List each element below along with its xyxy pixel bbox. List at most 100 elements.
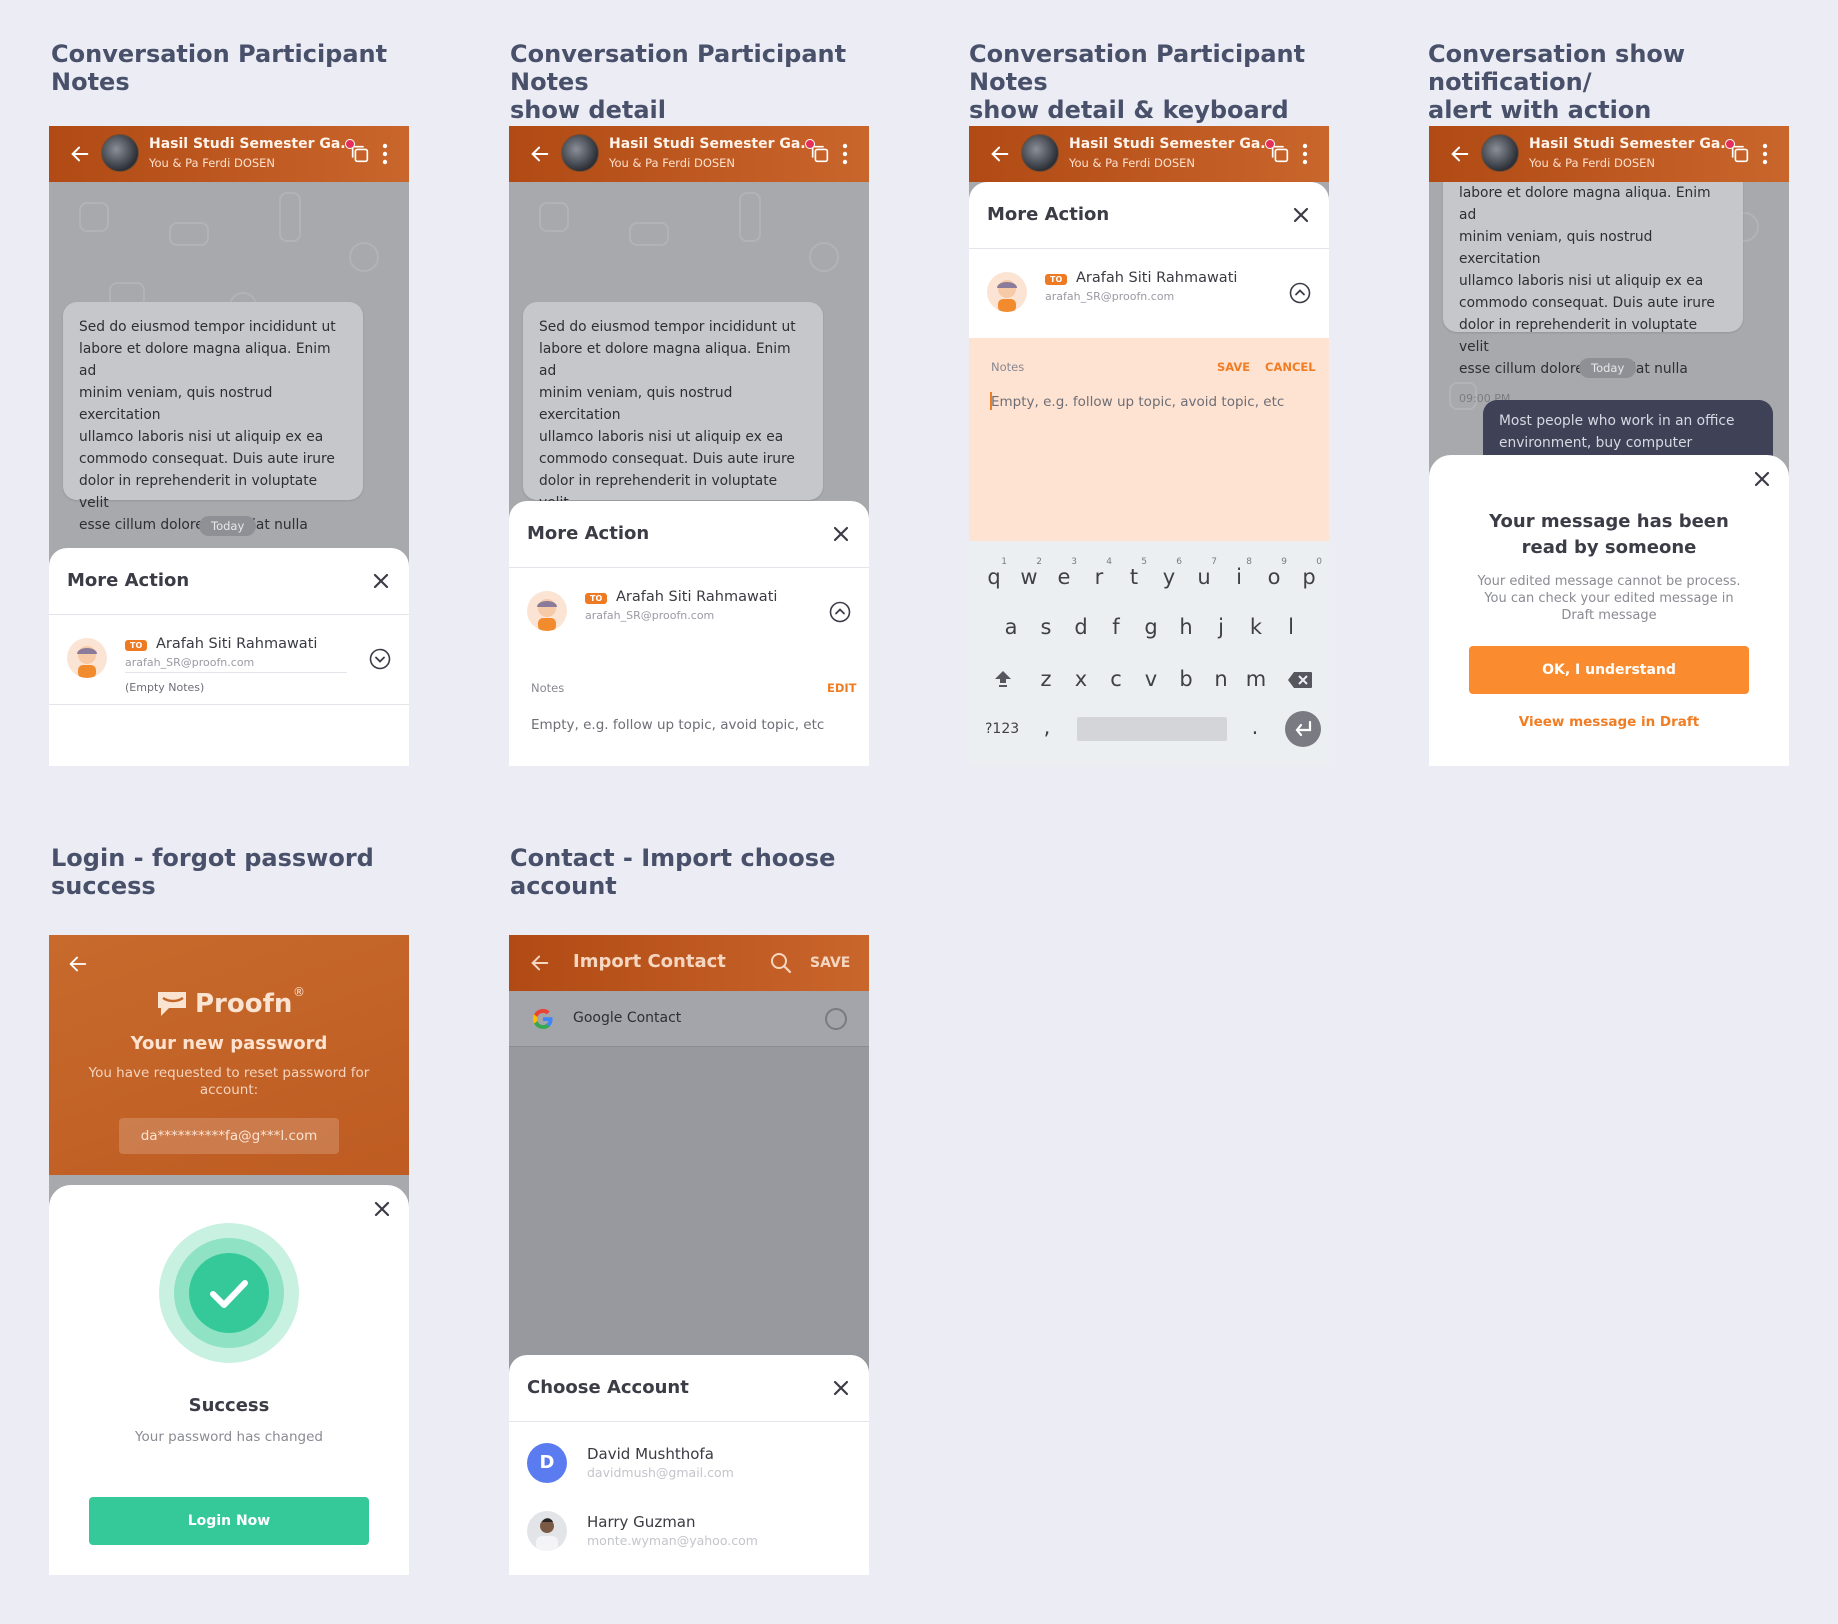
key-u[interactable]: 7u [1189,557,1219,589]
ok-understand-button[interactable]: OK, I understand [1469,646,1749,694]
group-name[interactable]: Hasil Studi Semester Ga.. [1529,136,1731,152]
more-action-sheet: More Action TO Arafah Siti Rahmawati ara… [49,548,409,766]
comma-key[interactable]: , [1032,715,1062,739]
more-vertical-icon[interactable] [1762,142,1768,166]
cancel-notes-button[interactable]: CANCEL [1265,360,1316,374]
success-subtitle: Your password has changed [135,1429,323,1445]
group-avatar[interactable] [1021,134,1059,172]
account-item[interactable]: D David Mushthofa davidmush@gmail.com [509,1433,869,1493]
space-key[interactable] [1077,717,1227,741]
key-i[interactable]: 8i [1224,557,1254,589]
search-icon[interactable] [769,951,793,975]
sheet-title: More Action [67,570,190,591]
group-name[interactable]: Hasil Studi Semester Ga.. [1069,136,1271,152]
period-key[interactable]: . [1240,715,1270,739]
group-name[interactable]: Hasil Studi Semester Ga.. [149,136,351,152]
key-t[interactable]: 5t [1119,557,1149,589]
account-item[interactable]: Harry Guzman monte.wyman@yahoo.com [509,1501,869,1561]
key-o[interactable]: 9o [1259,557,1289,589]
shift-icon[interactable] [993,669,1013,689]
back-arrow-icon[interactable] [67,953,89,975]
key-y[interactable]: 6y [1154,557,1184,589]
notification-dot [805,139,815,149]
back-arrow-icon[interactable] [989,143,1011,165]
enter-icon [1295,720,1312,737]
account-name: David Mushthofa [587,1445,714,1463]
save-notes-button[interactable]: SAVE [1217,360,1250,374]
key-b[interactable]: b [1171,667,1201,691]
message-bubble[interactable]: Sed do eiusmod tempor incididunt ut labor… [63,302,363,561]
group-avatar[interactable] [561,134,599,172]
google-contact-row[interactable]: Google Contact [509,991,869,1047]
key-f[interactable]: f [1101,615,1131,639]
key-w[interactable]: 2w [1014,557,1044,589]
login-subtitle: You have requested to reset password for… [88,1065,370,1098]
choose-account-sheet: Choose Account D David Mushthofa davidmu… [509,1355,869,1575]
key-k[interactable]: k [1241,615,1271,639]
key-l[interactable]: l [1276,615,1306,639]
chevron-up-icon[interactable] [1289,282,1311,304]
section-title-notes-detail: Conversation Participant Notes show detai… [510,40,847,124]
close-icon[interactable] [1291,205,1311,225]
notes-editor[interactable]: Notes SAVE CANCEL Empty, e.g. follow up … [969,338,1329,542]
close-icon[interactable] [1752,469,1772,489]
group-members: You & Pa Ferdi DOSEN [149,156,276,170]
edit-notes-button[interactable]: EDIT [827,681,857,695]
more-vertical-icon[interactable] [382,142,388,166]
avatar: D [527,1443,567,1483]
chevron-up-icon[interactable] [829,601,851,623]
import-title: Import Contact [573,951,726,972]
close-icon[interactable] [371,571,391,591]
key-c[interactable]: c [1101,667,1131,691]
participant-avatar [527,591,567,631]
key-q[interactable]: 1q [979,557,1009,589]
close-icon[interactable] [831,1378,851,1398]
back-arrow-icon[interactable] [69,143,91,165]
success-title: Success [188,1395,270,1416]
key-p[interactable]: 0p [1294,557,1324,589]
backspace-icon[interactable] [1287,671,1313,689]
key-a[interactable]: a [996,615,1026,639]
view-draft-link[interactable]: Vieew message in Draft [1429,714,1789,730]
key-r[interactable]: 4r [1084,557,1114,589]
group-avatar[interactable] [1481,134,1519,172]
enter-key[interactable] [1285,711,1321,747]
key-h[interactable]: h [1171,615,1201,639]
symbols-key[interactable]: ?123 [985,721,1019,737]
section-title-notes-keyboard: Conversation Participant Notes show detai… [969,40,1306,124]
participant-name: Arafah Siti Rahmawati [616,589,778,605]
google-contact-radio[interactable] [825,1008,847,1030]
close-icon[interactable] [372,1199,392,1219]
key-g[interactable]: g [1136,615,1166,639]
keyboard: 1q 2w 3e 4r 5t 6y 7u 8i 9o 0p a s d f g … [969,541,1329,766]
back-arrow-icon[interactable] [529,952,551,974]
close-icon[interactable] [831,524,851,544]
key-s[interactable]: s [1031,615,1061,639]
back-arrow-icon[interactable] [529,143,551,165]
more-action-sheet: More Action TO Arafah Siti Rahmawati ara… [509,501,869,766]
date-separator: Today [199,516,257,536]
message-bubble[interactable]: labore et dolore magna aliqua. Enim ad mi… [1443,182,1743,405]
back-arrow-icon[interactable] [1449,143,1471,165]
key-n[interactable]: n [1206,667,1236,691]
login-now-button[interactable]: Login Now [89,1497,369,1545]
notes-label: Notes [531,681,565,695]
notes-input[interactable]: Empty, e.g. follow up topic, avoid topic… [991,394,1284,410]
key-v[interactable]: v [1136,667,1166,691]
key-z[interactable]: z [1031,667,1061,691]
key-j[interactable]: j [1206,615,1236,639]
more-vertical-icon[interactable] [1302,142,1308,166]
save-button[interactable]: SAVE [810,955,850,971]
key-e[interactable]: 3e [1049,557,1079,589]
chevron-down-icon[interactable] [369,648,391,670]
group-avatar[interactable] [101,134,139,172]
more-vertical-icon[interactable] [842,142,848,166]
key-m[interactable]: m [1241,667,1271,691]
key-x[interactable]: x [1066,667,1096,691]
message-bubble[interactable]: Sed do eiusmod tempor incididunt ut labor… [523,302,823,561]
key-d[interactable]: d [1066,615,1096,639]
account-email: monte.wyman@yahoo.com [587,1533,758,1548]
group-name[interactable]: Hasil Studi Semester Ga.. [609,136,811,152]
group-members: You & Pa Ferdi DOSEN [1069,156,1196,170]
alert-sheet: Your message has been read by someone You… [1429,455,1789,766]
